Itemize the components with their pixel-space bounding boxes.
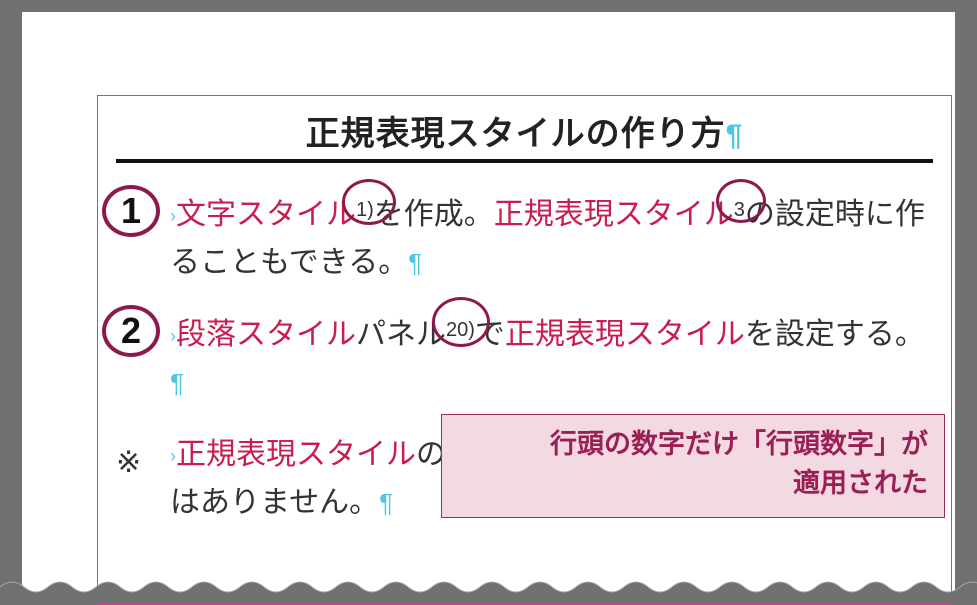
callout-line2: 適用された (458, 464, 928, 503)
step-2: 2 ›段落スタイルパネル20)で正規表現スタイルを設定する。¶ (116, 311, 933, 407)
note-bullet: ※ (116, 439, 141, 487)
step1-seg3: 正規表現スタイル (494, 198, 734, 231)
step1-sup2-wrap: 3 (734, 191, 745, 239)
pilcrow-icon: ¶ (379, 488, 393, 518)
lead-number-2: 2 (102, 305, 160, 357)
step2-seg2: パネル (356, 318, 446, 351)
pilcrow-icon: ¶ (726, 119, 744, 152)
pilcrow-icon: ¶ (408, 248, 422, 278)
step2-seg3: で (475, 318, 505, 351)
step1-seg1: 文字スタイル (176, 198, 356, 231)
step2-seg4: 正規表現スタイル (505, 318, 745, 351)
callout-line1: 行頭の数字だけ「行頭数字」が (458, 425, 928, 464)
title-text: 正規表現スタイルの作り方 (306, 115, 726, 153)
torn-edge-icon (0, 577, 977, 597)
step1-sup1: 1) (356, 199, 374, 221)
step2-sup1-wrap: 20) (446, 311, 475, 359)
pilcrow-icon: ¶ (170, 368, 184, 398)
page-sheet: 正規表現スタイルの作り方¶ 1 ›文字スタイル1)を作成。正規表現スタイル3の設… (22, 12, 955, 597)
step2-seg1: 段落スタイル (176, 318, 356, 351)
content-area: 正規表現スタイルの作り方¶ 1 ›文字スタイル1)を作成。正規表現スタイル3の設… (98, 96, 951, 604)
step-1: 1 ›文字スタイル1)を作成。正規表現スタイル3の設定時に作ることもできる。¶ (116, 191, 933, 287)
step1-seg2: を作成。 (374, 198, 494, 231)
text-frame: 正規表現スタイルの作り方¶ 1 ›文字スタイル1)を作成。正規表現スタイル3の設… (97, 95, 952, 605)
step1-sup2: 3 (734, 199, 745, 221)
callout-box: 行頭の数字だけ「行頭数字」が 適用された (441, 414, 945, 518)
step2-sup1: 20) (446, 319, 475, 341)
step1-sup1-wrap: 1) (356, 191, 374, 239)
note-seg1: 正規表現スタイル (176, 438, 416, 471)
page-title: 正規表現スタイルの作り方¶ (116, 106, 933, 155)
step2-seg5: を設定する。 (745, 318, 925, 351)
lead-number-1: 1 (102, 185, 160, 237)
title-underline (116, 159, 933, 163)
note-seg3: はありません。 (170, 486, 379, 519)
